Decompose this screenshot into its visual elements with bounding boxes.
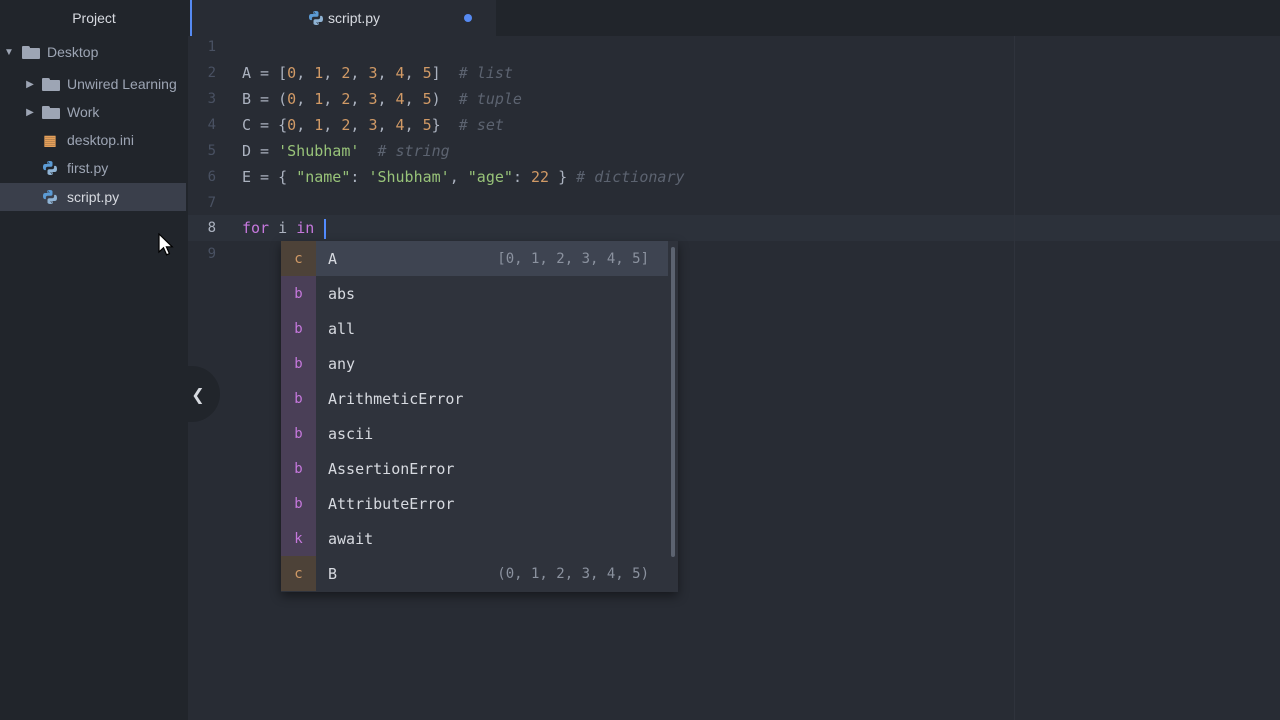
autocomplete-item-text: B xyxy=(328,564,338,583)
line-number: 4 xyxy=(207,117,216,133)
autocomplete-scrollbar[interactable] xyxy=(671,247,675,557)
folder-icon xyxy=(42,77,60,91)
mouse-pointer-icon xyxy=(158,233,174,256)
line-number: 2 xyxy=(207,65,216,81)
code-line-8: for i in xyxy=(242,215,327,241)
tree-item-desktop-ini[interactable]: ▦ desktop.ini xyxy=(0,126,186,154)
autocomplete-item[interactable]: c A [0, 1, 2, 3, 4, 5] xyxy=(281,241,668,276)
type-badge-b: b xyxy=(281,451,316,486)
tab-label: script.py xyxy=(327,10,381,26)
tree-item-script-py[interactable]: script.py xyxy=(0,183,186,211)
modified-indicator-icon[interactable] xyxy=(464,14,472,22)
line-number: 7 xyxy=(207,195,216,211)
sidebar-title: Project xyxy=(72,10,116,26)
type-badge-c: c xyxy=(281,556,316,591)
chevron-right-icon[interactable]: ▶ xyxy=(24,107,36,118)
tree-item-label: Unwired Learning xyxy=(67,76,177,92)
code-line-3: B = (0, 1, 2, 3, 4, 5) # tuple xyxy=(242,90,522,108)
project-sidebar: Project ▼ Desktop ▶ Unwired Learning ▶ W… xyxy=(0,0,188,720)
python-icon xyxy=(43,190,57,204)
autocomplete-item[interactable]: k await xyxy=(281,521,668,556)
tree-item-unwired-learning[interactable]: ▶ Unwired Learning xyxy=(0,70,186,98)
tree-item-label: Work xyxy=(67,104,100,120)
autocomplete-item-text: abs xyxy=(328,284,356,303)
tree-item-label: Desktop xyxy=(47,44,99,60)
line-number: 5 xyxy=(207,143,216,159)
tree-item-first-py[interactable]: first.py xyxy=(0,154,186,182)
code-line-2: A = [0, 1, 2, 3, 4, 5] # list xyxy=(242,64,513,82)
autocomplete-item-text: AssertionError xyxy=(328,459,455,478)
autocomplete-item-text: await xyxy=(328,529,374,548)
autocomplete-item-text: ascii xyxy=(328,424,374,443)
type-badge-b: b xyxy=(281,311,316,346)
folder-icon xyxy=(42,105,60,119)
autocomplete-item-text: any xyxy=(328,354,356,373)
autocomplete-item[interactable]: b ascii xyxy=(281,416,668,451)
autocomplete-item[interactable]: b ArithmeticError xyxy=(281,381,668,416)
type-badge-k: k xyxy=(281,521,316,556)
chevron-right-icon[interactable]: ▶ xyxy=(24,79,36,90)
text-cursor xyxy=(324,218,327,239)
autocomplete-item[interactable]: b all xyxy=(281,311,668,346)
autocomplete-item-value: (0, 1, 2, 3, 4, 5) xyxy=(497,565,649,582)
tab-bar: script.py xyxy=(188,0,1280,36)
chevron-down-icon[interactable]: ▼ xyxy=(3,47,15,58)
tree-item-label: first.py xyxy=(67,160,109,176)
autocomplete-item-text: A xyxy=(328,249,338,268)
tree-item-work[interactable]: ▶ Work xyxy=(0,98,186,126)
tree-item-desktop[interactable]: ▼ Desktop xyxy=(0,38,186,66)
code-line-5: D = 'Shubham' # string xyxy=(242,142,450,160)
line-number: 1 xyxy=(207,39,216,55)
autocomplete-item-text: all xyxy=(328,319,356,338)
autocomplete-popup: c A [0, 1, 2, 3, 4, 5] b abs b all b any… xyxy=(281,241,678,592)
python-icon xyxy=(308,11,323,25)
tree-item-label: script.py xyxy=(67,189,120,205)
line-number-active: 8 xyxy=(207,220,216,236)
autocomplete-item[interactable]: b AssertionError xyxy=(281,451,668,486)
autocomplete-item[interactable]: b abs xyxy=(281,276,668,311)
code-line-6: E = { "name": 'Shubham', "age": 22 } # d… xyxy=(242,168,685,186)
autocomplete-item[interactable]: c B (0, 1, 2, 3, 4, 5) xyxy=(281,556,668,591)
autocomplete-item-text: AttributeError xyxy=(328,494,455,513)
type-badge-b: b xyxy=(281,486,316,521)
type-badge-b: b xyxy=(281,346,316,381)
autocomplete-item[interactable]: b AttributeError xyxy=(281,486,668,521)
autocomplete-item-text: ArithmeticError xyxy=(328,389,464,408)
line-number: 6 xyxy=(207,169,216,185)
python-icon xyxy=(43,161,57,175)
type-badge-b: b xyxy=(281,416,316,451)
line-number: 3 xyxy=(207,91,216,107)
wrap-guide xyxy=(1014,36,1015,720)
autocomplete-item-value: [0, 1, 2, 3, 4, 5] xyxy=(497,250,649,267)
cursor-line-highlight xyxy=(188,215,1280,241)
autocomplete-item[interactable]: b any xyxy=(281,346,668,381)
type-badge-c: c xyxy=(281,241,316,276)
type-badge-b: b xyxy=(281,381,316,416)
tab-script-py[interactable]: script.py xyxy=(190,0,496,36)
chevron-left-icon: ❮ xyxy=(191,384,205,404)
type-badge-b: b xyxy=(281,276,316,311)
line-number: 9 xyxy=(207,246,216,262)
code-line-4: C = {0, 1, 2, 3, 4, 5} # set xyxy=(242,116,504,134)
settings-file-icon: ▦ xyxy=(43,132,57,148)
tree-item-label: desktop.ini xyxy=(67,132,134,148)
folder-icon xyxy=(22,45,40,59)
